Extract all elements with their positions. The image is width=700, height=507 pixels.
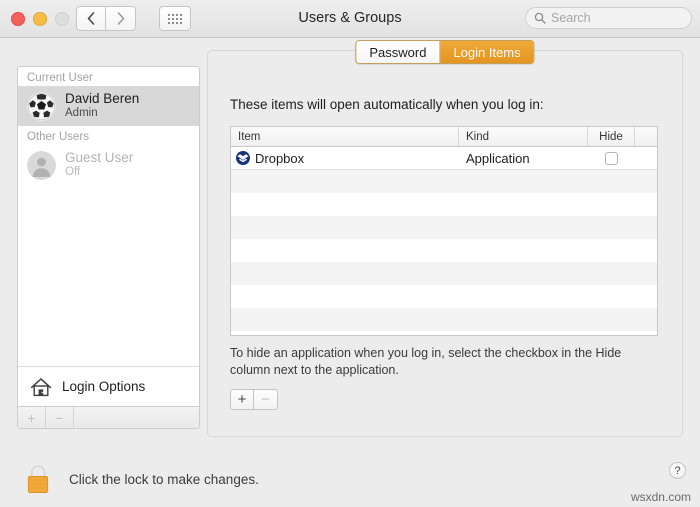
lock-message: Click the lock to make changes. [69, 472, 259, 487]
user-info: Guest User Off [65, 150, 133, 179]
table-row [231, 308, 657, 331]
login-options-button[interactable]: Login Options [18, 366, 199, 406]
intro-text: These items will open automatically when… [230, 97, 544, 112]
add-user-button[interactable]: + [18, 407, 46, 428]
tab-password[interactable]: Password [356, 41, 440, 63]
table-row [231, 239, 657, 262]
watermark: wsxdn.com [631, 490, 691, 504]
lock-row: Click the lock to make changes. [24, 463, 259, 495]
group-label-other-users: Other Users [18, 126, 199, 145]
soccer-ball-avatar [27, 92, 56, 121]
user-role: Admin [65, 107, 139, 121]
login-options-label: Login Options [62, 379, 145, 394]
cell-item-label: Dropbox [255, 151, 304, 166]
tab-bar: Password Login Items [355, 40, 534, 64]
cell-hide [588, 147, 635, 169]
search-icon [534, 12, 546, 24]
table-row [231, 216, 657, 239]
home-icon [30, 377, 52, 397]
sidebar-item-guest-user[interactable]: Guest User Off [18, 145, 199, 185]
search-field[interactable] [525, 7, 692, 29]
column-header-kind[interactable]: Kind [459, 127, 588, 146]
table-header-row: Item Kind Hide [231, 127, 657, 147]
table-row [231, 285, 657, 308]
table-row [231, 193, 657, 216]
table-row[interactable]: Dropbox Application [231, 147, 657, 170]
lock-closed-icon[interactable] [24, 463, 52, 495]
sidebar-item-david-beren[interactable]: David Beren Admin [18, 86, 199, 126]
user-name: Guest User [65, 150, 133, 166]
tab-login-items[interactable]: Login Items [440, 41, 533, 63]
sidebar-footer: + − [18, 406, 199, 428]
remove-login-item-button[interactable]: − [254, 389, 278, 410]
user-info: David Beren Admin [65, 91, 139, 120]
titlebar: Users & Groups [0, 0, 700, 38]
column-header-hide[interactable]: Hide [588, 127, 635, 146]
system-preferences-window: Users & Groups Current User [0, 0, 700, 507]
group-label-current-user: Current User [18, 67, 199, 86]
person-silhouette-avatar [27, 151, 56, 180]
table-row [231, 262, 657, 285]
login-items-panel: Password Login Items These items will op… [207, 50, 683, 437]
hide-checkbox[interactable] [605, 152, 618, 165]
users-sidebar: Current User David Beren Admin [17, 66, 200, 429]
search-input[interactable] [551, 11, 681, 25]
login-items-table: Item Kind Hide Dro [230, 126, 658, 336]
user-name: David Beren [65, 91, 139, 107]
column-header-spacer [635, 127, 657, 146]
cell-kind: Application [459, 147, 588, 169]
dropbox-icon [236, 151, 250, 165]
login-item-buttons: + − [230, 389, 278, 410]
user-role: Off [65, 166, 133, 180]
add-login-item-button[interactable]: + [230, 389, 254, 410]
table-row [231, 170, 657, 193]
column-header-item[interactable]: Item [231, 127, 459, 146]
cell-spacer [635, 147, 657, 169]
cell-item: Dropbox [231, 147, 459, 169]
remove-user-button[interactable]: − [46, 407, 74, 428]
hide-hint-text: To hide an application when you log in, … [230, 345, 630, 380]
help-button[interactable]: ? [669, 462, 686, 479]
table-row [231, 331, 657, 336]
